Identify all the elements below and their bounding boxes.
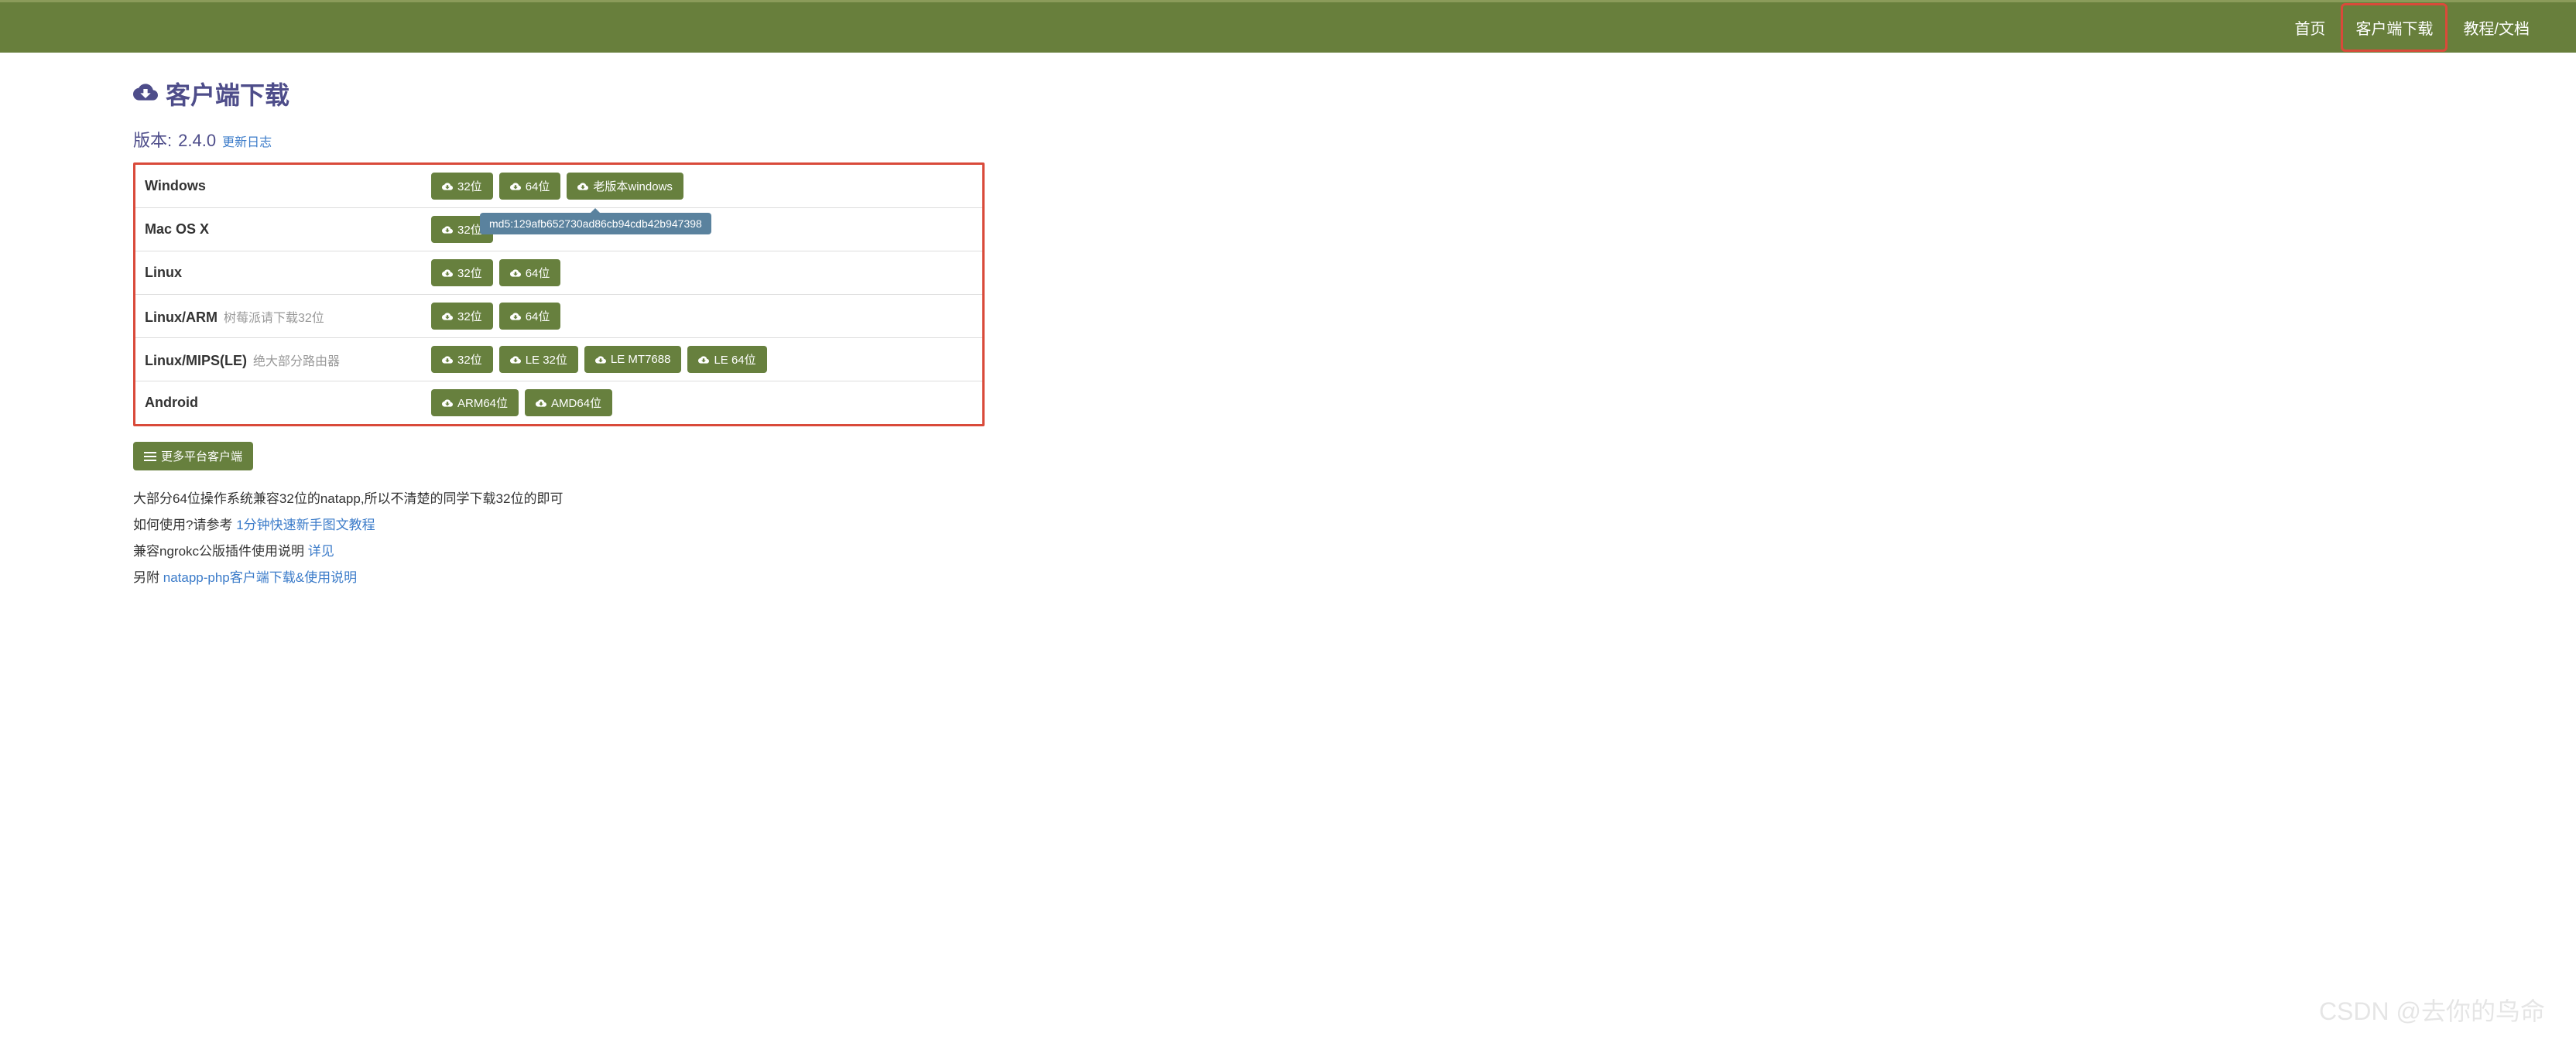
- cloud-download-icon: [442, 354, 453, 365]
- page-title: 客户端下载: [166, 76, 289, 111]
- cloud-download-icon: [442, 268, 453, 279]
- download-button-label: 32位: [457, 351, 482, 368]
- download-button[interactable]: LE MT7688: [584, 346, 682, 373]
- download-button-label: ARM64位: [457, 395, 508, 411]
- tutorial-link[interactable]: 1分钟快速新手图文教程: [236, 518, 375, 532]
- download-button-label: 64位: [526, 265, 550, 281]
- download-button-label: LE MT7688: [611, 353, 671, 366]
- download-button-label: 32位: [457, 308, 482, 324]
- download-row: Linux/ARM 树莓派请下载32位 32位 64位: [135, 295, 982, 338]
- button-group: 32位 64位 老版本windows: [431, 173, 683, 200]
- cloud-download-icon: [536, 398, 546, 409]
- cloud-download-icon: [442, 181, 453, 192]
- cloud-download-icon: [510, 268, 521, 279]
- download-button-label: 64位: [526, 308, 550, 324]
- watermark: CSDN @去你的鸟命: [2319, 992, 2545, 1028]
- download-button[interactable]: LE 32位: [499, 346, 578, 373]
- os-name: Android: [145, 395, 198, 411]
- download-button-label: LE 64位: [714, 351, 755, 368]
- download-row: Windows 32位 64位 老版本windows: [135, 165, 982, 208]
- os-label: Windows: [145, 178, 431, 194]
- download-button[interactable]: 64位: [499, 303, 561, 330]
- download-table: Windows32位64位老版本windowsMac OS X32位md5:12…: [133, 162, 985, 426]
- os-label: Linux/MIPS(LE) 绝大部分路由器: [145, 351, 431, 369]
- os-name: Linux: [145, 265, 182, 281]
- download-button-label: 老版本windows: [593, 178, 673, 194]
- os-name: Linux/MIPS(LE): [145, 353, 247, 369]
- php-link[interactable]: natapp-php客户端下载&使用说明: [163, 570, 357, 585]
- button-group: 32位md5:129afb652730ad86cb94cdb42b947398: [431, 216, 493, 243]
- navbar: 首页 客户端下载 教程/文档: [0, 0, 2576, 53]
- info-line-tutorial: 如何使用?请参考 1分钟快速新手图文教程: [133, 512, 985, 539]
- more-platforms-label: 更多平台客户端: [161, 448, 242, 464]
- changelog-link[interactable]: 更新日志: [222, 132, 272, 150]
- download-button-label: 64位: [526, 178, 550, 194]
- ngrokc-link[interactable]: 详见: [308, 544, 334, 559]
- download-row: Linux/MIPS(LE) 绝大部分路由器 32位 LE 32位 LE MT7688 L…: [135, 338, 982, 381]
- os-label: Linux/ARM 树莓派请下载32位: [145, 307, 431, 326]
- download-row: Linux 32位 64位: [135, 251, 982, 295]
- cloud-download-icon: [595, 354, 606, 365]
- more-platforms-button[interactable]: 更多平台客户端: [133, 442, 253, 470]
- version-number: 2.4.0: [178, 131, 216, 151]
- download-button[interactable]: AMD64位: [525, 389, 612, 416]
- download-button-label: 32位: [457, 221, 482, 238]
- nav-home[interactable]: 首页: [2279, 2, 2341, 53]
- cloud-download-icon: [698, 354, 709, 365]
- download-button[interactable]: 老版本windows: [567, 173, 683, 200]
- os-sublabel: 绝大部分路由器: [253, 351, 340, 369]
- download-button[interactable]: 32位: [431, 346, 493, 373]
- button-group: 32位 LE 32位 LE MT7688 LE 64位: [431, 346, 767, 373]
- download-button-label: AMD64位: [551, 395, 601, 411]
- page-header: 客户端下载: [133, 76, 985, 111]
- version-line: 版本: 2.4.0 更新日志: [133, 127, 985, 152]
- list-icon: [144, 452, 156, 461]
- version-prefix: 版本:: [133, 127, 172, 152]
- download-button[interactable]: 32位: [431, 303, 493, 330]
- download-row: Mac OS X 32位md5:129afb652730ad86cb94cdb42…: [135, 208, 982, 251]
- info-line-compat: 大部分64位操作系统兼容32位的natapp,所以不清楚的同学下载32位的即可: [133, 486, 985, 512]
- cloud-download-icon: [442, 224, 453, 235]
- os-name: Mac OS X: [145, 221, 209, 238]
- info-line-php: 另附 natapp-php客户端下载&使用说明: [133, 565, 985, 591]
- os-label: Android: [145, 395, 431, 411]
- button-group: 32位 64位: [431, 259, 560, 286]
- download-button[interactable]: 32位: [431, 259, 493, 286]
- os-label: Linux: [145, 265, 431, 281]
- nav-download[interactable]: 客户端下载: [2341, 3, 2448, 52]
- download-button[interactable]: 64位: [499, 173, 561, 200]
- download-button-label: 32位: [457, 178, 482, 194]
- download-button-label: LE 32位: [526, 351, 567, 368]
- os-name: Windows: [145, 178, 206, 194]
- cloud-download-icon: [510, 311, 521, 322]
- cloud-download-icon: [133, 80, 158, 108]
- download-button-label: 32位: [457, 265, 482, 281]
- md5-tooltip: md5:129afb652730ad86cb94cdb42b947398: [480, 213, 711, 234]
- info-line-ngrokc: 兼容ngrokc公版插件使用说明 详见: [133, 539, 985, 565]
- button-group: ARM64位 AMD64位: [431, 389, 612, 416]
- cloud-download-icon: [510, 181, 521, 192]
- cloud-download-icon: [577, 181, 588, 192]
- download-button[interactable]: 32位: [431, 173, 493, 200]
- download-button[interactable]: 64位: [499, 259, 561, 286]
- os-name: Linux/ARM: [145, 309, 218, 326]
- cloud-download-icon: [442, 398, 453, 409]
- button-group: 32位 64位: [431, 303, 560, 330]
- os-label: Mac OS X: [145, 221, 431, 238]
- cloud-download-icon: [510, 354, 521, 365]
- download-button[interactable]: ARM64位: [431, 389, 519, 416]
- cloud-download-icon: [442, 311, 453, 322]
- download-button[interactable]: LE 64位: [687, 346, 766, 373]
- download-row: Android ARM64位 AMD64位: [135, 381, 982, 424]
- nav-docs[interactable]: 教程/文档: [2448, 2, 2545, 53]
- os-sublabel: 树莓派请下载32位: [224, 307, 324, 326]
